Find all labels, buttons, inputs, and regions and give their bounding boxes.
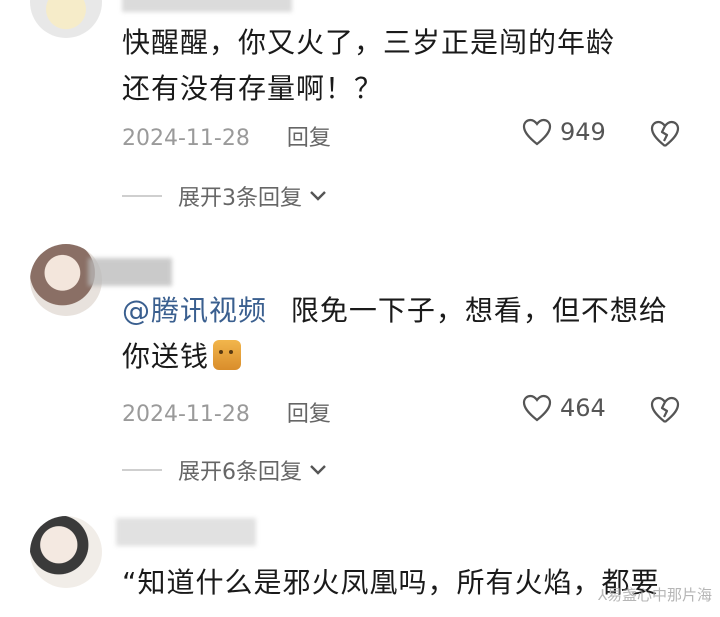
comment-text-line-2: 你送钱 xyxy=(122,334,668,380)
comment-text-part: 限免一下子，想看，但不想给 xyxy=(290,294,668,327)
divider xyxy=(122,195,162,197)
heart-icon xyxy=(522,118,552,146)
like-button[interactable]: 949 xyxy=(522,118,606,146)
comment-text-line-1: “知道什么是邪火凤凰吗，所有火焰，都要 xyxy=(122,566,660,599)
like-button[interactable]: 464 xyxy=(522,394,606,422)
reply-button[interactable]: 回复 xyxy=(287,126,331,151)
like-count: 464 xyxy=(560,394,606,422)
like-count: 949 xyxy=(560,118,606,146)
username-blurred xyxy=(116,518,256,546)
comment-text: @腾讯视频 限免一下子，想看，但不想给 你送钱 xyxy=(122,288,668,380)
expand-replies-button[interactable]: 展开6条回复 xyxy=(122,454,328,486)
avatar[interactable] xyxy=(30,0,102,38)
comment-text-part: 你送钱 xyxy=(122,340,210,373)
username-blurred xyxy=(88,258,172,286)
cat-sticker-icon xyxy=(213,340,242,370)
expand-replies-label: 展开3条回复 xyxy=(178,186,302,211)
comment-text: 快醒醒，你又火了，三岁正是闯的年龄 还有没有存量啊！？ xyxy=(122,20,615,112)
watermark: ⅄易盏心中那片海 xyxy=(597,586,712,604)
mention-link[interactable]: @腾讯视频 xyxy=(122,294,267,327)
comment-text: “知道什么是邪火凤凰吗，所有火焰，都要 xyxy=(122,560,660,606)
divider xyxy=(122,469,162,471)
comment-date: 2024-11-28 xyxy=(122,402,250,427)
comment-meta: 2024-11-28 回复 xyxy=(122,396,331,428)
comment-text-line-1: 快醒醒，你又火了，三岁正是闯的年龄 xyxy=(122,26,616,59)
dislike-button[interactable] xyxy=(650,120,680,152)
username-blurred xyxy=(122,0,292,12)
reply-button[interactable]: 回复 xyxy=(287,402,331,427)
expand-replies-label: 展开6条回复 xyxy=(178,460,302,485)
avatar[interactable] xyxy=(30,516,102,588)
comment-text-line-2: 还有没有存量啊！？ xyxy=(122,72,384,105)
comment-date: 2024-11-28 xyxy=(122,126,250,151)
comment-meta: 2024-11-28 回复 xyxy=(122,120,331,152)
broken-heart-icon xyxy=(650,120,680,147)
heart-icon xyxy=(522,394,552,422)
chevron-down-icon xyxy=(310,465,326,475)
comment-text-line-1: @腾讯视频 限免一下子，想看，但不想给 xyxy=(122,288,668,334)
broken-heart-icon xyxy=(650,396,680,423)
dislike-button[interactable] xyxy=(650,396,680,428)
chevron-down-icon xyxy=(310,191,326,201)
expand-replies-button[interactable]: 展开3条回复 xyxy=(122,180,328,212)
